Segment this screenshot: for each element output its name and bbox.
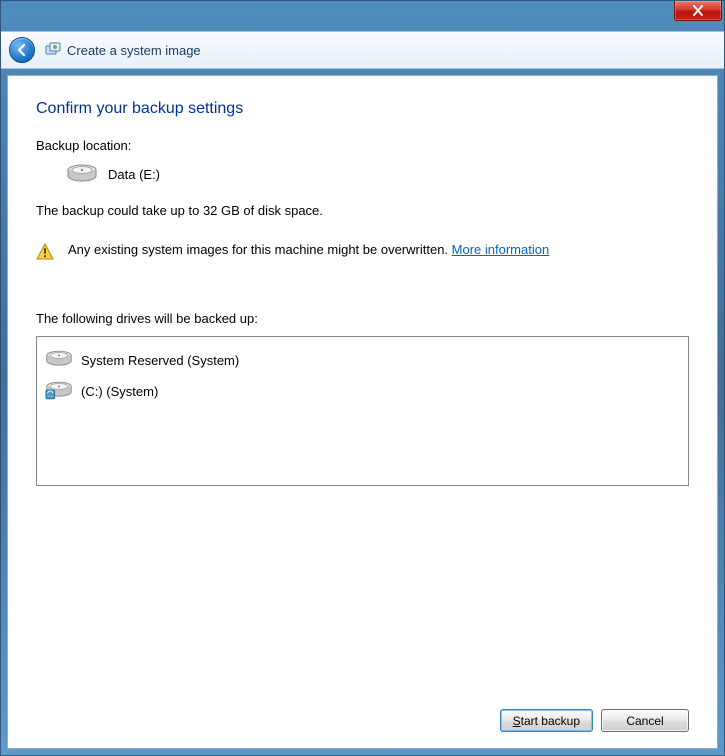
footer-buttons: Start backup Cancel (36, 695, 689, 732)
drive-label: System Reserved (System) (81, 353, 239, 368)
navbar: Create a system image (1, 31, 724, 69)
drive-label: (C:) (System) (81, 384, 158, 399)
titlebar (1, 1, 724, 31)
close-button[interactable] (674, 1, 722, 21)
back-button[interactable] (9, 37, 35, 63)
wizard-window: Create a system image Confirm your backu… (0, 0, 725, 756)
breadcrumb: Create a system image (45, 42, 201, 58)
main-area: Confirm your backup settings Backup loca… (36, 100, 689, 695)
page-title: Confirm your backup settings (36, 100, 689, 118)
close-icon (692, 5, 704, 16)
cancel-button[interactable]: Cancel (601, 709, 689, 732)
warning-text-wrap: Any existing system images for this mach… (68, 242, 549, 257)
warning-icon (36, 243, 54, 261)
backup-size-note: The backup could take up to 32 GB of dis… (36, 203, 689, 218)
drives-list-label: The following drives will be backed up: (36, 311, 689, 326)
content-outer: Confirm your backup settings Backup loca… (1, 69, 724, 755)
backup-location-value: Data (E:) (108, 167, 160, 182)
warning-row: Any existing system images for this mach… (36, 242, 689, 261)
list-item: System Reserved (System) (45, 345, 680, 376)
backup-location-row: Data (E:) (36, 163, 689, 185)
hard-drive-windows-icon (45, 380, 73, 403)
more-information-link[interactable]: More information (452, 242, 550, 257)
back-arrow-icon (15, 43, 29, 57)
warning-text: Any existing system images for this mach… (68, 242, 452, 257)
wizard-icon (45, 42, 61, 58)
start-backup-button[interactable]: Start backup (500, 709, 593, 732)
hard-drive-icon (66, 163, 98, 185)
list-item: (C:) (System) (45, 376, 680, 407)
drives-listbox: System Reserved (System) (36, 336, 689, 486)
breadcrumb-text: Create a system image (67, 43, 201, 58)
backup-location-label: Backup location: (36, 138, 689, 153)
hard-drive-icon (45, 349, 73, 372)
content: Confirm your backup settings Backup loca… (7, 75, 718, 749)
